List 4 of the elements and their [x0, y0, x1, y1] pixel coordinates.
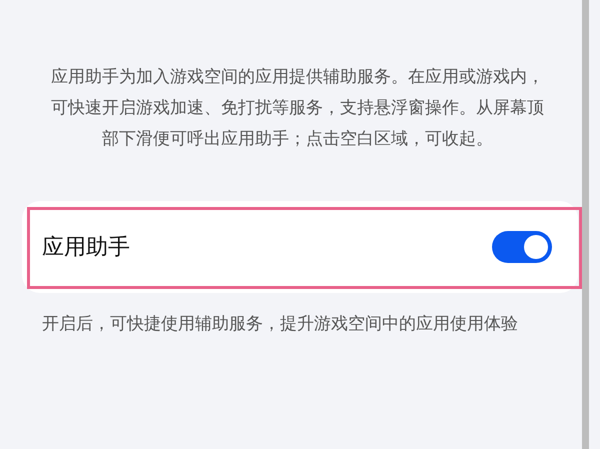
toggle-switch[interactable]: [492, 231, 552, 263]
footnote-text: 开启后，可快捷使用辅助服务，提升游戏空间中的应用使用体验: [42, 313, 519, 336]
description-text: 应用助手为加入游戏空间的应用提供辅助服务。在应用或游戏内，可快速开启游戏加速、免打扰等服务，支持悬浮窗操作。从屏幕顶部下滑便可呼出应用助手；点击空白区域，可收起。: [50, 66, 545, 151]
setting-label: 应用助手: [42, 234, 130, 262]
